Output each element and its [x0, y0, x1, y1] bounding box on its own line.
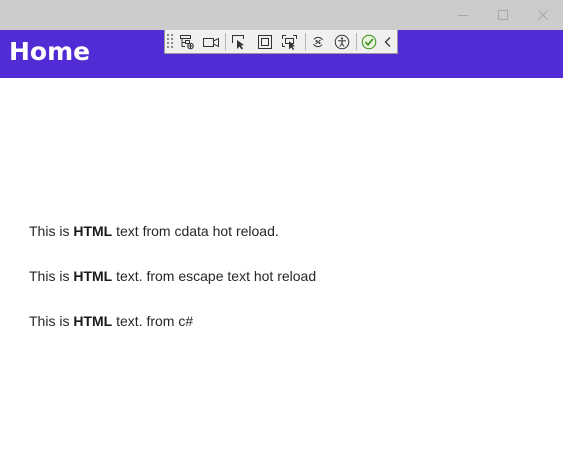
hot-reload-button[interactable] — [307, 31, 329, 52]
collapse-chevron-icon — [384, 36, 391, 47]
text-prefix: This is — [29, 223, 74, 239]
text-prefix: This is — [29, 268, 74, 284]
checkmark-icon — [361, 34, 377, 49]
html-label-cdata: This is HTML text from cdata hot reload. — [29, 222, 279, 240]
display-adorners-button[interactable] — [254, 31, 276, 52]
text-suffix: text from cdata hot reload. — [112, 223, 279, 239]
html-label-csharp: This is HTML text. from c# — [29, 312, 193, 330]
toolbar-separator — [356, 33, 357, 50]
xaml-runtime-toolbar[interactable] — [164, 30, 398, 54]
toolbar-separator — [225, 33, 226, 50]
track-focus-button[interactable] — [279, 31, 301, 52]
collapse-toolbar-button[interactable] — [379, 31, 397, 52]
record-button[interactable] — [200, 31, 222, 52]
binding-status-button[interactable] — [358, 31, 380, 52]
maximize-button[interactable] — [483, 0, 523, 30]
toolbar-separator — [305, 33, 306, 50]
bold-text: HTML — [73, 223, 113, 239]
maximize-icon — [498, 10, 508, 20]
html-label-escape: This is HTML text. from escape text hot … — [29, 267, 316, 285]
text-prefix: This is — [29, 313, 74, 329]
select-element-button[interactable] — [228, 31, 250, 52]
bold-text: HTML — [73, 268, 113, 284]
accessibility-icon — [334, 34, 350, 49]
select-element-icon — [232, 34, 244, 49]
text-suffix: text. from c# — [112, 313, 194, 329]
live-visual-tree-button[interactable] — [176, 31, 198, 52]
video-camera-icon — [203, 37, 219, 47]
accessibility-button[interactable] — [331, 31, 353, 52]
bold-text: HTML — [73, 313, 113, 329]
text-suffix: text. from escape text hot reload — [112, 268, 317, 284]
page-title: Home — [9, 37, 91, 66]
window-titlebar[interactable] — [0, 0, 563, 30]
close-button[interactable] — [523, 0, 563, 30]
track-focused-element-icon — [282, 34, 297, 50]
minimize-button[interactable] — [443, 0, 483, 30]
minimize-icon — [458, 15, 468, 16]
toolbar-grip-icon[interactable] — [167, 34, 173, 49]
close-icon — [538, 10, 548, 20]
live-visual-tree-icon — [180, 34, 194, 49]
hot-reload-icon — [313, 36, 323, 47]
display-layout-adorners-icon — [258, 34, 272, 49]
